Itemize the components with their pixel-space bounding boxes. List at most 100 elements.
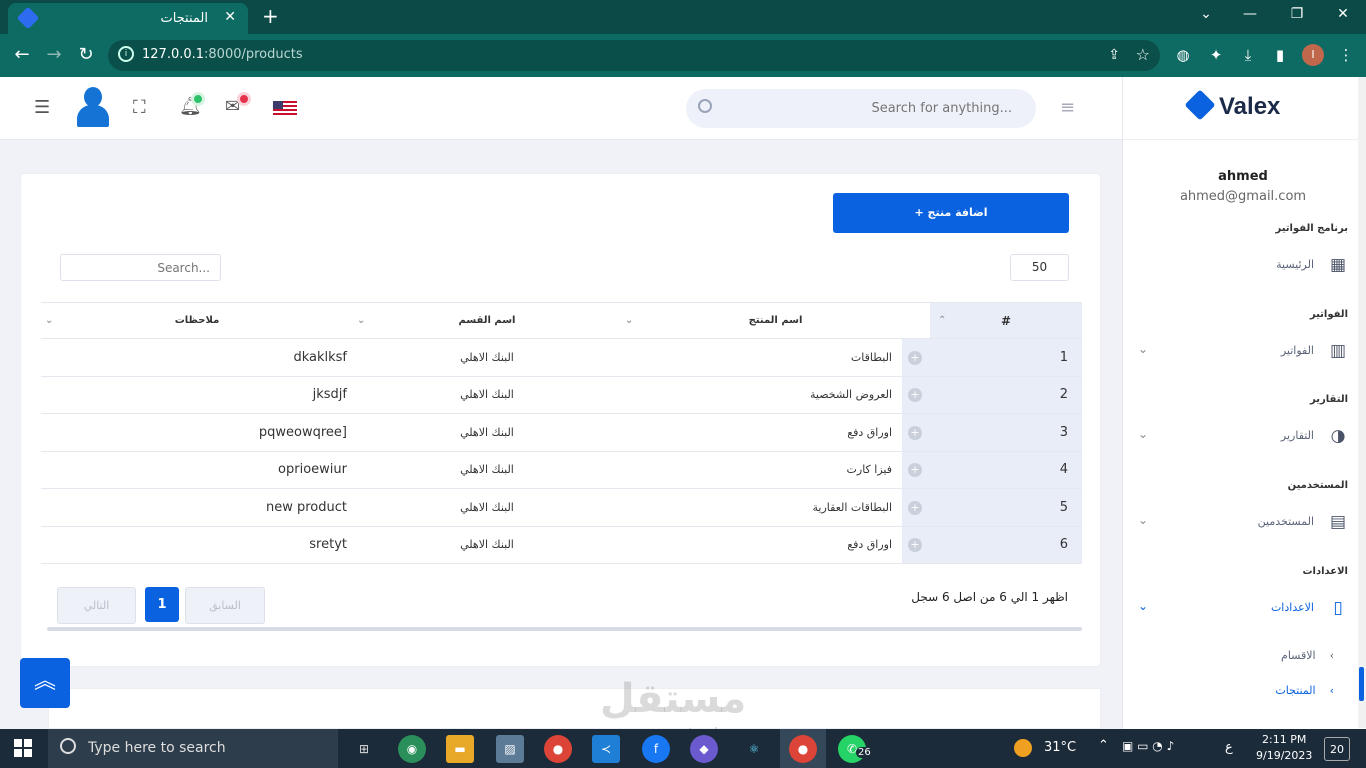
file-explorer-icon[interactable]: ▬	[446, 735, 474, 763]
minimize-button[interactable]: —	[1240, 6, 1260, 22]
chrome-icon[interactable]: ●	[544, 735, 572, 763]
sidebar-item-home[interactable]: ▦ الرئيسية	[1138, 251, 1348, 281]
us-flag-icon[interactable]	[273, 101, 297, 117]
expand-row-icon[interactable]: +	[902, 376, 930, 414]
site-info-icon[interactable]: i	[118, 46, 134, 62]
user-name: ahmed	[1218, 169, 1268, 184]
index-cell: 5	[930, 488, 1082, 527]
section-title-users: المستخدمين	[1287, 480, 1348, 491]
pagination-next-button[interactable]: التالي	[57, 587, 136, 624]
download-icon[interactable]: ⤓	[1238, 46, 1258, 64]
reload-icon[interactable]: ↻	[74, 44, 98, 65]
windows-taskbar: Type here to search ⊞ ◉ ▬ ▨ ● ≺ f ◆ ⚛ ● …	[0, 729, 1366, 768]
browser-tab[interactable]: المنتجات ✕	[8, 3, 248, 34]
table-row[interactable]: jksdjf البنك الاهلي العروض الشخصية + 2	[41, 376, 1082, 414]
user-avatar-icon[interactable]	[76, 87, 110, 127]
expand-row-icon[interactable]: +	[902, 413, 930, 452]
translate-icon[interactable]: ◍	[1173, 46, 1193, 64]
sort-icon: ⌄	[625, 315, 634, 326]
pagination-page-1[interactable]: 1	[145, 587, 179, 622]
search-icon	[60, 738, 76, 754]
task-view-icon[interactable]: ⊞	[350, 735, 378, 763]
page-length-select[interactable]: 50	[1010, 254, 1069, 281]
taskbar-active-app[interactable]: ●	[780, 729, 826, 768]
expand-row-icon[interactable]: +	[902, 526, 930, 564]
sidebar-item-users[interactable]: ▤ المستخدمين ⌄	[1138, 508, 1348, 538]
search-icon	[698, 99, 712, 113]
global-search-input[interactable]	[722, 89, 1022, 128]
close-window-button[interactable]: ✕	[1333, 6, 1353, 22]
facebook-icon[interactable]: f	[642, 735, 670, 763]
col-section-header[interactable]: ⌄ اسم القسم	[353, 302, 621, 339]
weather-temp[interactable]: 31°C	[1044, 740, 1076, 755]
address-bar[interactable]: i 127.0.0.1:8000/products ⇪ ☆	[108, 40, 1160, 71]
expand-row-icon[interactable]: +	[902, 451, 930, 489]
weather-icon[interactable]	[1014, 739, 1032, 757]
sidebar-subitem-sections[interactable]: ›الاقسام	[1281, 649, 1334, 662]
sidebar-scrollbar[interactable]	[1358, 77, 1366, 728]
sidebar-subitem-products[interactable]: ›المنتجات	[1275, 684, 1334, 697]
back-to-top-button[interactable]: ︽	[20, 658, 70, 708]
vscode-icon[interactable]: ≺	[592, 735, 620, 763]
close-tab-icon[interactable]: ✕	[224, 9, 236, 25]
sidebar-item-invoices[interactable]: ▥ الفواتير ⌄	[1138, 337, 1348, 367]
share-icon[interactable]: ⇪	[1108, 47, 1120, 63]
more-menu-icon[interactable]: ⋮	[1336, 46, 1356, 64]
notifications-bell-icon[interactable]: 🔔︎	[179, 92, 205, 117]
app-icon[interactable]: ◆	[690, 735, 718, 763]
pie-chart-icon: ◑	[1330, 426, 1346, 446]
taskbar-clock[interactable]: 2:11 PM 9/19/2023	[1256, 732, 1312, 764]
restore-button[interactable]: ❐	[1287, 6, 1307, 22]
bar-chart-icon: ▥	[1329, 341, 1347, 361]
table-search-input[interactable]	[61, 255, 220, 280]
bookmark-star-icon[interactable]: ☆	[1136, 45, 1150, 64]
expand-row-icon[interactable]: +	[902, 338, 930, 377]
product-cell: اوراق دفع	[621, 526, 902, 564]
hamburger-menu-icon[interactable]: ☰	[34, 97, 50, 118]
sidebar-item-reports[interactable]: ◑ التقارير ⌄	[1138, 422, 1348, 452]
taskbar-search[interactable]: Type here to search	[48, 729, 338, 768]
expand-row-icon[interactable]: +	[902, 488, 930, 527]
chevron-down-icon: ⌄	[1138, 599, 1149, 613]
section-title-invoices: الفواتير	[1309, 309, 1348, 320]
fullscreen-icon[interactable]: ⛶	[133, 97, 146, 118]
url-text: 127.0.0.1:8000/products	[142, 47, 303, 62]
pagination-prev-button[interactable]: السابق	[185, 587, 265, 624]
profile-avatar[interactable]: I	[1302, 44, 1324, 66]
col-index-header[interactable]: ⌃ #	[930, 302, 1082, 339]
table-row[interactable]: dkaklksf البنك الاهلي البطاقات + 1	[41, 338, 1082, 377]
add-product-button[interactable]: اضافة منتج +	[833, 193, 1069, 233]
section-title-settings: الاعدادات	[1302, 566, 1348, 577]
table-row[interactable]: new product البنك الاهلي البطاقات العقار…	[41, 488, 1082, 527]
side-panel-icon[interactable]: ▮	[1270, 46, 1290, 64]
global-search[interactable]	[686, 89, 1036, 128]
notification-dot	[191, 92, 205, 106]
input-language[interactable]: ع	[1225, 740, 1233, 755]
back-icon[interactable]: ←	[10, 44, 34, 65]
table-row[interactable]: pqweowqree] البنك الاهلي اوراق دفع + 3	[41, 413, 1082, 452]
products-table: ⌄ ملاحظات ⌄ اسم القسم ⌄ اسم المنتج ⌃ # d…	[41, 302, 1082, 564]
table-row[interactable]: oprioewiur البنك الاهلي فيزا كارت + 4	[41, 451, 1082, 489]
table-row[interactable]: sretyt البنك الاهلي اوراق دفع + 6	[41, 526, 1082, 564]
maps-app-icon[interactable]: ◉	[398, 735, 426, 763]
react-app-icon[interactable]: ⚛	[740, 735, 768, 763]
user-email: ahmed@gmail.com	[1179, 189, 1307, 204]
col-notes-header[interactable]: ⌄ ملاحظات	[41, 302, 353, 339]
messages-mail-icon[interactable]: ✉	[225, 92, 251, 117]
tab-search-icon[interactable]: ⌄	[1196, 6, 1216, 22]
menu-lines-icon[interactable]: ≡	[1060, 97, 1075, 118]
sidebar-item-settings[interactable]: ▯ الاعدادات ⌄	[1138, 594, 1348, 624]
notification-center-button[interactable]: 20	[1324, 737, 1350, 761]
tray-chevron-icon[interactable]: ⌃	[1098, 738, 1109, 753]
extensions-icon[interactable]: ✦	[1206, 46, 1226, 64]
chevron-down-icon: ⌄	[1138, 513, 1149, 527]
app-icon[interactable]: ▨	[496, 735, 524, 763]
tray-icons[interactable]: ▣ ▭ ◔ ♪	[1122, 739, 1174, 753]
col-product-header[interactable]: ⌄ اسم المنتج	[621, 302, 930, 339]
dashboard-icon: ▦	[1329, 255, 1347, 275]
table-horizontal-scrollbar[interactable]	[47, 627, 1082, 631]
new-tab-button[interactable]: +	[262, 4, 279, 28]
forward-icon[interactable]: →	[42, 44, 66, 65]
windows-start-icon[interactable]	[14, 739, 32, 757]
brand-logo[interactable]: Valex	[1184, 89, 1280, 121]
